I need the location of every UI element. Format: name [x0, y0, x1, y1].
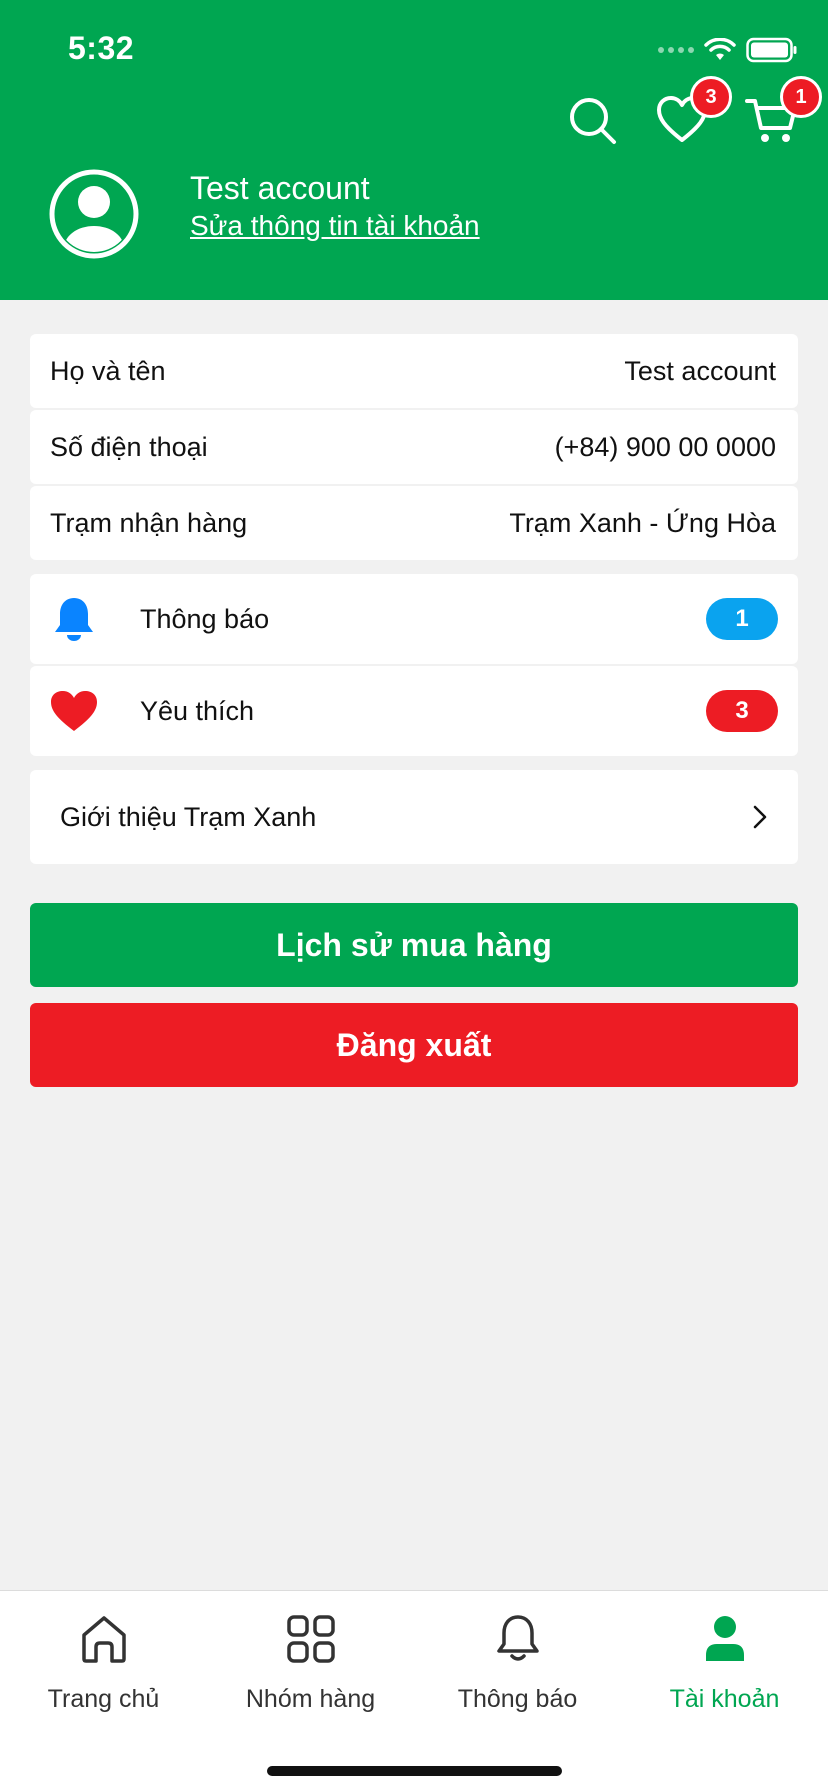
edit-profile-link[interactable]: Sửa thông tin tài khoản — [190, 210, 480, 242]
search-button[interactable] — [564, 92, 620, 148]
tab-label: Thông báo — [457, 1685, 578, 1713]
info-value: Test account — [624, 355, 776, 386]
profile-name: Test account — [190, 170, 370, 206]
menu-about[interactable]: Giới thiệu Trạm Xanh — [30, 770, 798, 864]
menu-label: Thông báo — [140, 603, 270, 634]
bell-icon — [50, 595, 98, 643]
tab-account[interactable]: Tài khoản — [621, 1611, 828, 1714]
tab-label: Nhóm hàng — [245, 1685, 376, 1713]
search-icon — [570, 98, 616, 144]
info-row-phone: Số điện thoại (+84) 900 00 0000 — [30, 410, 798, 484]
notification-count-badge: 1 — [706, 598, 778, 640]
status-indicators — [658, 36, 798, 64]
tab-categories[interactable]: Nhóm hàng — [207, 1611, 414, 1714]
info-row-station: Trạm nhận hàng Trạm Xanh - Ứng Hòa — [30, 486, 798, 560]
logout-button[interactable]: Đăng xuất — [30, 1003, 798, 1087]
menu-favorites[interactable]: Yêu thích 3 — [30, 666, 798, 756]
favorites-count-badge: 3 — [706, 690, 778, 732]
tab-label: Trang chủ — [47, 1685, 160, 1713]
info-label: Số điện thoại — [50, 431, 208, 462]
heart-icon — [50, 687, 98, 735]
bell-icon — [414, 1611, 621, 1667]
tab-notifications[interactable]: Thông báo — [414, 1611, 621, 1714]
header-actions: 3 1 — [564, 76, 822, 148]
info-label: Trạm nhận hàng — [50, 507, 248, 538]
cart-badge: 1 — [780, 76, 822, 118]
menu-label: Yêu thích — [140, 695, 255, 726]
avatar[interactable] — [48, 168, 140, 260]
info-value: (+84) 900 00 0000 — [554, 431, 776, 462]
user-avatar-icon — [49, 169, 139, 259]
tab-home[interactable]: Trang chủ — [0, 1611, 207, 1714]
chevron-right-icon — [753, 805, 767, 829]
info-value: Trạm Xanh - Ứng Hòa — [509, 507, 776, 538]
purchase-history-button[interactable]: Lịch sử mua hàng — [30, 903, 798, 987]
wishlist-button[interactable]: 3 — [654, 76, 732, 148]
info-label: Họ và tên — [50, 355, 166, 386]
header: 5:32 3 1 Test account Sửa thông tin tài … — [0, 0, 828, 300]
menu-label: Giới thiệu Trạm Xanh — [60, 801, 317, 832]
info-row-name: Họ và tên Test account — [30, 334, 798, 408]
signal-icon — [658, 47, 694, 53]
home-icon — [0, 1611, 207, 1667]
tab-bar: Trang chủ Nhóm hàng Thông báo Tài khoản — [0, 1590, 828, 1792]
grid-icon — [207, 1611, 414, 1667]
battery-icon — [746, 37, 797, 63]
home-indicator — [267, 1766, 562, 1776]
wifi-icon — [704, 38, 736, 60]
user-icon — [621, 1611, 828, 1667]
tab-label: Tài khoản — [669, 1685, 780, 1713]
cart-button[interactable]: 1 — [744, 76, 822, 148]
wishlist-badge: 3 — [690, 76, 732, 118]
status-time: 5:32 — [68, 30, 135, 66]
menu-notifications[interactable]: Thông báo 1 — [30, 574, 798, 664]
